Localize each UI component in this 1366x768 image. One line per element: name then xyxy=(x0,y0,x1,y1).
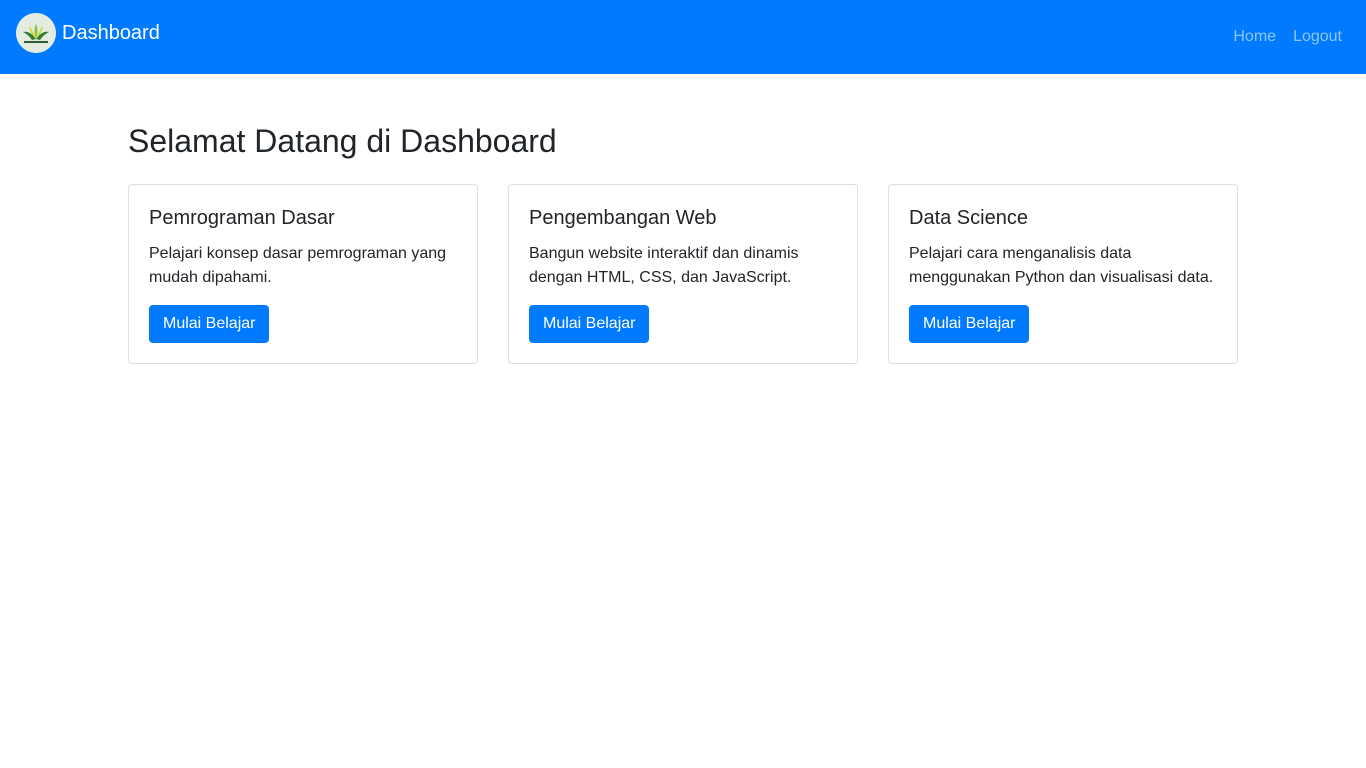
course-card-pengembangan-web: Pengembangan Web Bangun website interakt… xyxy=(508,184,858,364)
start-learning-button[interactable]: Mulai Belajar xyxy=(149,305,270,343)
card-text: Pelajari cara menganalisis data mengguna… xyxy=(909,245,1214,286)
card-text: Pelajari konsep dasar pemrograman yang m… xyxy=(149,245,447,286)
page-title: Selamat Datang di Dashboard xyxy=(128,123,557,159)
card-title: Pemrograman Dasar xyxy=(149,207,335,229)
kelas-logo-icon xyxy=(16,13,56,53)
nav-links: Home Logout xyxy=(1216,28,1342,46)
start-learning-button[interactable]: Mulai Belajar xyxy=(909,305,1030,343)
course-card-data-science: Data Science Pelajari cara menganalisis … xyxy=(888,184,1238,364)
start-learning-button[interactable]: Mulai Belajar xyxy=(529,305,650,343)
card-title: Pengembangan Web xyxy=(529,207,717,229)
card-title: Data Science xyxy=(909,207,1028,229)
card-text: Bangun website interaktif dan dinamis de… xyxy=(529,245,799,286)
nav-link-logout[interactable]: Logout xyxy=(1293,28,1342,46)
top-navbar: Dashboard Home Logout xyxy=(0,0,1366,74)
brand-label: Dashboard xyxy=(62,22,160,44)
navbar-brand[interactable]: Dashboard xyxy=(16,13,160,53)
nav-link-home[interactable]: Home xyxy=(1233,28,1276,46)
course-card-pemrograman-dasar: Pemrograman Dasar Pelajari konsep dasar … xyxy=(128,184,478,364)
